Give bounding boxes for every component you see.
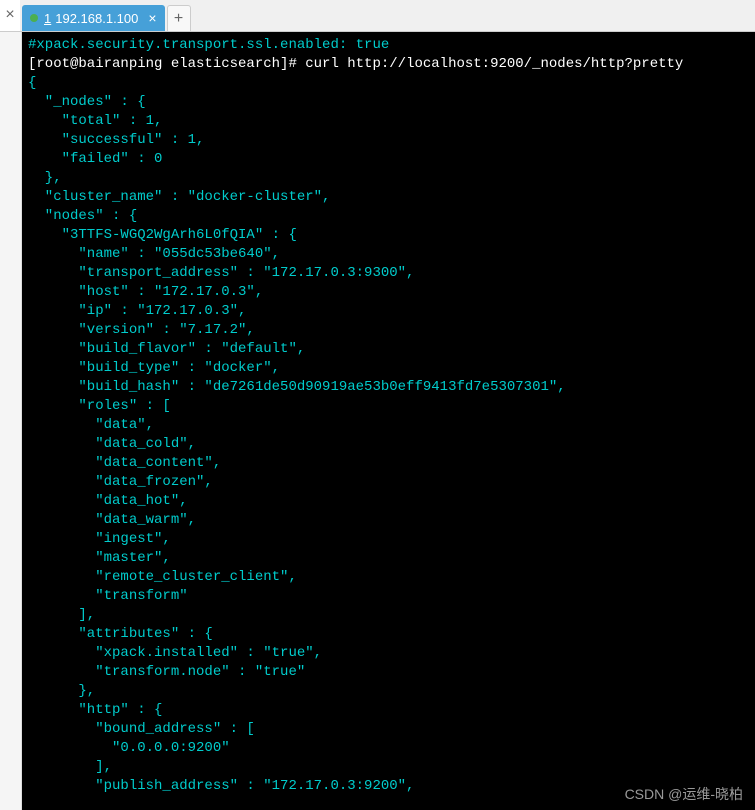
json-open: { bbox=[28, 75, 36, 91]
json-line: "host" : "172.17.0.3", bbox=[28, 284, 263, 300]
close-icon[interactable]: × bbox=[0, 0, 20, 31]
json-line: "ingest", bbox=[28, 531, 171, 547]
json-line: }, bbox=[28, 683, 95, 699]
command: curl http://localhost:9200/_nodes/http?p… bbox=[305, 56, 683, 72]
json-line: "build_type" : "docker", bbox=[28, 360, 280, 376]
json-line: "build_flavor" : "default", bbox=[28, 341, 305, 357]
json-line: ], bbox=[28, 607, 95, 623]
json-line: "transport_address" : "172.17.0.3:9300", bbox=[28, 265, 414, 281]
json-line: "cluster_name" : "docker-cluster", bbox=[28, 189, 330, 205]
json-line: "version" : "7.17.2", bbox=[28, 322, 255, 338]
json-line: "remote_cluster_client", bbox=[28, 569, 297, 585]
json-line: "master", bbox=[28, 550, 171, 566]
tab-bar: × 1 192.168.1.100 × + bbox=[0, 0, 755, 32]
json-line: "transform" bbox=[28, 588, 188, 604]
tab-close-icon[interactable]: × bbox=[148, 10, 156, 26]
new-tab-button[interactable]: + bbox=[167, 5, 191, 31]
json-line: "bound_address" : [ bbox=[28, 721, 255, 737]
json-line: "roles" : [ bbox=[28, 398, 171, 414]
shell-prompt: [root@bairanping elasticsearch]# bbox=[28, 56, 305, 72]
json-line: "data_warm", bbox=[28, 512, 196, 528]
content-wrap: #xpack.security.transport.ssl.enabled: t… bbox=[0, 32, 755, 810]
json-line: "3TTFS-WGQ2WgArh6L0fQIA" : { bbox=[28, 227, 297, 243]
config-comment: #xpack.security.transport.ssl.enabled: t… bbox=[28, 37, 389, 53]
json-line: "transform.node" : "true" bbox=[28, 664, 305, 680]
json-line: "data_hot", bbox=[28, 493, 188, 509]
terminal-output[interactable]: #xpack.security.transport.ssl.enabled: t… bbox=[22, 32, 755, 810]
json-line: "attributes" : { bbox=[28, 626, 213, 642]
json-line: "build_hash" : "de7261de50d90919ae53b0ef… bbox=[28, 379, 566, 395]
json-line: "data", bbox=[28, 417, 154, 433]
json-line: "nodes" : { bbox=[28, 208, 137, 224]
json-line: "data_content", bbox=[28, 455, 221, 471]
json-line: "total" : 1, bbox=[28, 113, 162, 129]
tab-label: 1 192.168.1.100 bbox=[44, 11, 138, 26]
tab-host: 192.168.1.100 bbox=[55, 11, 138, 26]
json-line: "name" : "055dc53be640", bbox=[28, 246, 280, 262]
json-line: "xpack.installed" : "true", bbox=[28, 645, 322, 661]
sidebar-gutter bbox=[0, 32, 22, 810]
json-line: "publish_address" : "172.17.0.3:9200", bbox=[28, 778, 414, 794]
json-line: "data_cold", bbox=[28, 436, 196, 452]
prompt-line: [root@bairanping elasticsearch]# curl ht… bbox=[28, 56, 683, 72]
json-line: "data_frozen", bbox=[28, 474, 213, 490]
json-line: }, bbox=[28, 170, 62, 186]
json-line: "successful" : 1, bbox=[28, 132, 204, 148]
json-line: "0.0.0.0:9200" bbox=[28, 740, 230, 756]
json-line: ], bbox=[28, 759, 112, 775]
json-line: "failed" : 0 bbox=[28, 151, 162, 167]
json-line: "ip" : "172.17.0.3", bbox=[28, 303, 246, 319]
status-dot-icon bbox=[30, 14, 38, 22]
json-line: "_nodes" : { bbox=[28, 94, 146, 110]
tab-number: 1 bbox=[44, 11, 51, 26]
json-line: "http" : { bbox=[28, 702, 162, 718]
tab-active[interactable]: 1 192.168.1.100 × bbox=[22, 5, 165, 31]
